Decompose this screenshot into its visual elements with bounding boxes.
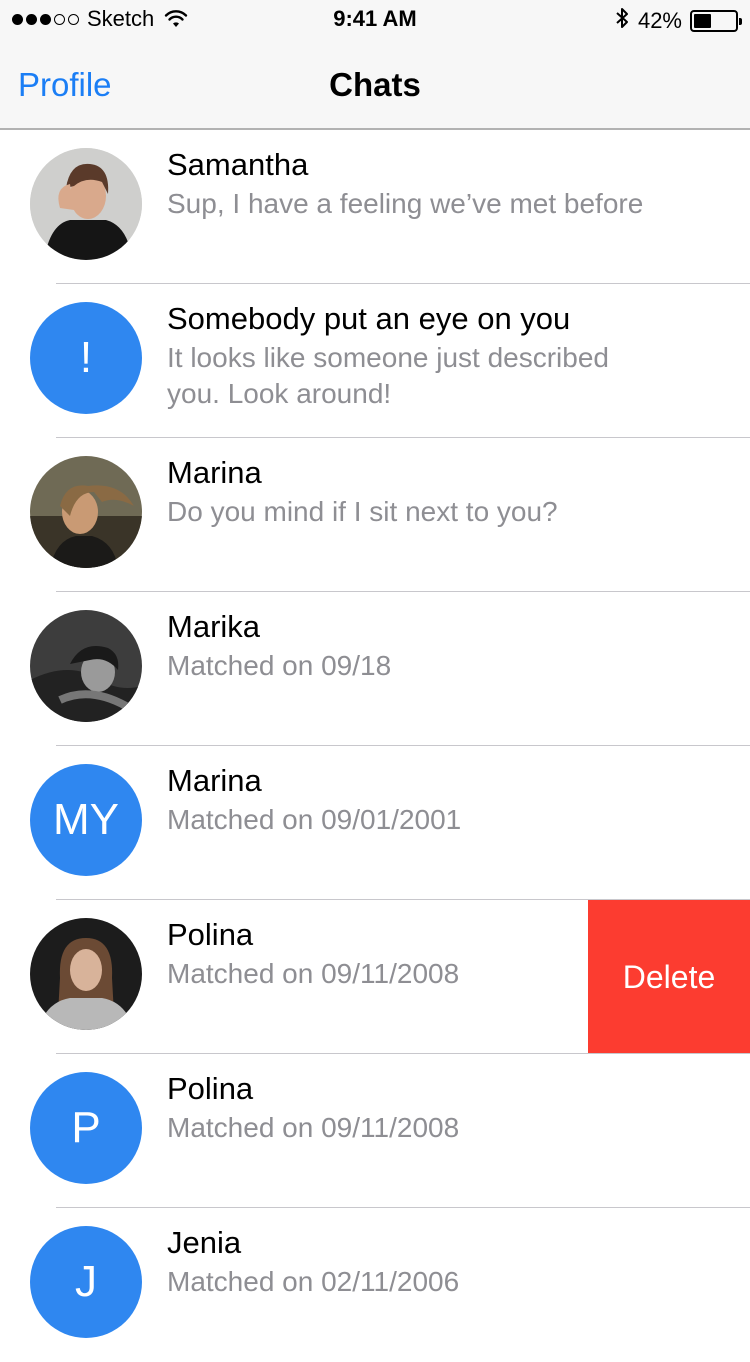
avatar: ! bbox=[30, 302, 142, 414]
avatar: J bbox=[30, 1226, 142, 1338]
battery-percent: 42% bbox=[637, 8, 682, 33]
avatar bbox=[30, 610, 142, 722]
avatar: P bbox=[30, 1072, 142, 1184]
bluetooth-icon bbox=[614, 6, 630, 36]
chat-message: Sup, I have a feeling we’ve met before bbox=[167, 188, 644, 219]
chat-message: Matched on 09/01/2001 bbox=[167, 804, 462, 835]
chat-message: Do you mind if I sit next to you? bbox=[167, 496, 558, 527]
chat-name: Somebody put an eye on you bbox=[167, 301, 571, 336]
chat-row[interactable]: MY Marina Matched on 09/01/2001 bbox=[0, 746, 750, 900]
avatar bbox=[30, 148, 142, 260]
chat-row[interactable]: Marika Matched on 09/18 bbox=[0, 592, 750, 746]
chat-row[interactable]: Polina Matched on 09/11/2008 Delete bbox=[0, 900, 750, 1054]
page-title: Chats bbox=[329, 66, 421, 103]
chat-name: Marina bbox=[167, 763, 262, 798]
chat-name: Marina bbox=[167, 455, 262, 490]
delete-button[interactable]: Delete bbox=[588, 900, 750, 1054]
battery-fill bbox=[694, 14, 711, 28]
chat-list: Samantha Sup, I have a feeling we’ve met… bbox=[0, 130, 750, 1362]
avatar bbox=[30, 456, 142, 568]
status-bar: Sketch 9:41 AM 42% bbox=[0, 0, 750, 40]
chat-row[interactable]: J Jenia Matched on 02/11/2006 bbox=[0, 1208, 750, 1362]
navigation-bar: Profile Chats bbox=[0, 40, 750, 130]
chat-name: Samantha bbox=[167, 147, 309, 182]
avatar bbox=[30, 918, 142, 1030]
chat-row[interactable]: ! Somebody put an eye on you It looks li… bbox=[0, 284, 750, 438]
chat-name: Polina bbox=[167, 1071, 254, 1106]
chat-name: Jenia bbox=[167, 1225, 242, 1260]
chat-message: Matched on 09/11/2008 bbox=[167, 1112, 460, 1143]
avatar: MY bbox=[30, 764, 142, 876]
status-right: 42% bbox=[614, 6, 742, 36]
chat-name: Marika bbox=[167, 609, 261, 644]
chat-message: Matched on 02/11/2006 bbox=[167, 1266, 460, 1297]
chat-row[interactable]: Marina Do you mind if I sit next to you? bbox=[0, 438, 750, 592]
battery-icon bbox=[690, 10, 742, 32]
chat-message: Matched on 09/18 bbox=[167, 650, 392, 681]
chat-row[interactable]: Samantha Sup, I have a feeling we’ve met… bbox=[0, 130, 750, 284]
chat-row[interactable]: P Polina Matched on 09/11/2008 bbox=[0, 1054, 750, 1208]
chat-message: It looks like someone just described you… bbox=[167, 342, 609, 409]
